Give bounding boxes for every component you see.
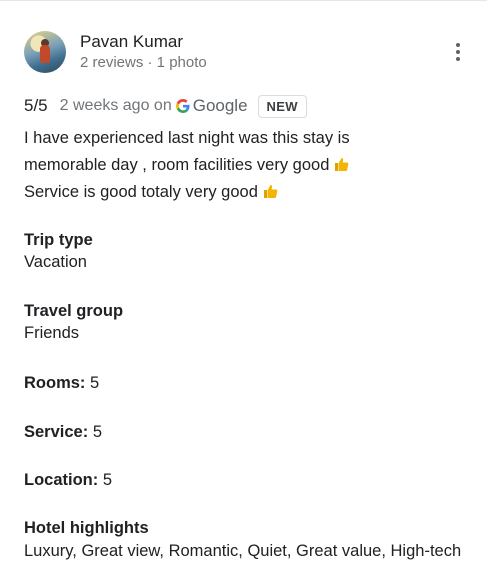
reviewer-info: Pavan Kumar 2 reviews · 1 photo [80, 32, 207, 72]
review-card: Pavan Kumar 2 reviews · 1 photo 5/5 2 we… [0, 0, 487, 583]
rooms-rating: Rooms: 5 [24, 372, 99, 394]
travel-group-section: Travel group Friends [24, 300, 123, 344]
more-vert-icon-dot [456, 57, 460, 61]
thumbs-up-icon [263, 185, 278, 198]
reviewer-meta: 2 reviews · 1 photo [80, 54, 207, 71]
review-date: 2 weeks ago on [59, 97, 172, 114]
review-line-with-emoji: memorable day , room facilities very goo… [24, 152, 464, 179]
trip-type-section: Trip type Vacation [24, 229, 93, 273]
review-line: Service is good totaly very good [24, 183, 258, 201]
rooms-value: 5 [90, 374, 100, 392]
review-line: memorable day , room facilities very goo… [24, 156, 330, 174]
more-vert-icon [456, 43, 460, 47]
service-value: 5 [92, 423, 102, 441]
review-line: I have experienced last night was this s… [24, 129, 350, 147]
service-rating: Service: 5 [24, 421, 102, 443]
travel-group-value: Friends [24, 324, 80, 342]
rooms-label: Rooms: [24, 374, 86, 392]
rating-row: 5/5 2 weeks ago on Google NEW [24, 93, 307, 119]
service-label: Service: [24, 423, 89, 441]
rating-score: 5/5 [24, 96, 48, 115]
more-options-button[interactable] [455, 43, 461, 63]
reviewer-name[interactable]: Pavan Kumar [80, 32, 207, 52]
location-value: 5 [102, 471, 113, 489]
more-vert-icon-dot [456, 50, 460, 54]
thumbs-up-icon [335, 158, 349, 171]
hotel-highlights-section: Hotel highlights Luxury, Great view, Rom… [24, 517, 474, 563]
hotel-highlights-value: Luxury, Great view, Romantic, Quiet, Gre… [24, 542, 462, 560]
hotel-highlights-label: Hotel highlights [24, 519, 149, 537]
review-text: I have experienced last night was this s… [24, 125, 464, 206]
google-g-icon [175, 99, 190, 113]
trip-type-value: Vacation [24, 253, 87, 271]
travel-group-label: Travel group [24, 302, 124, 320]
location-label: Location: [24, 471, 99, 489]
avatar[interactable] [24, 31, 66, 73]
trip-type-label: Trip type [24, 231, 93, 249]
avatar-figure-shape [40, 45, 50, 63]
google-source-label: Google [192, 96, 248, 115]
new-badge: NEW [257, 94, 307, 118]
review-line-with-emoji: Service is good totaly very good [24, 179, 464, 206]
reviewer-header[interactable]: Pavan Kumar 2 reviews · 1 photo [24, 31, 207, 73]
location-rating: Location: 5 [24, 469, 112, 491]
